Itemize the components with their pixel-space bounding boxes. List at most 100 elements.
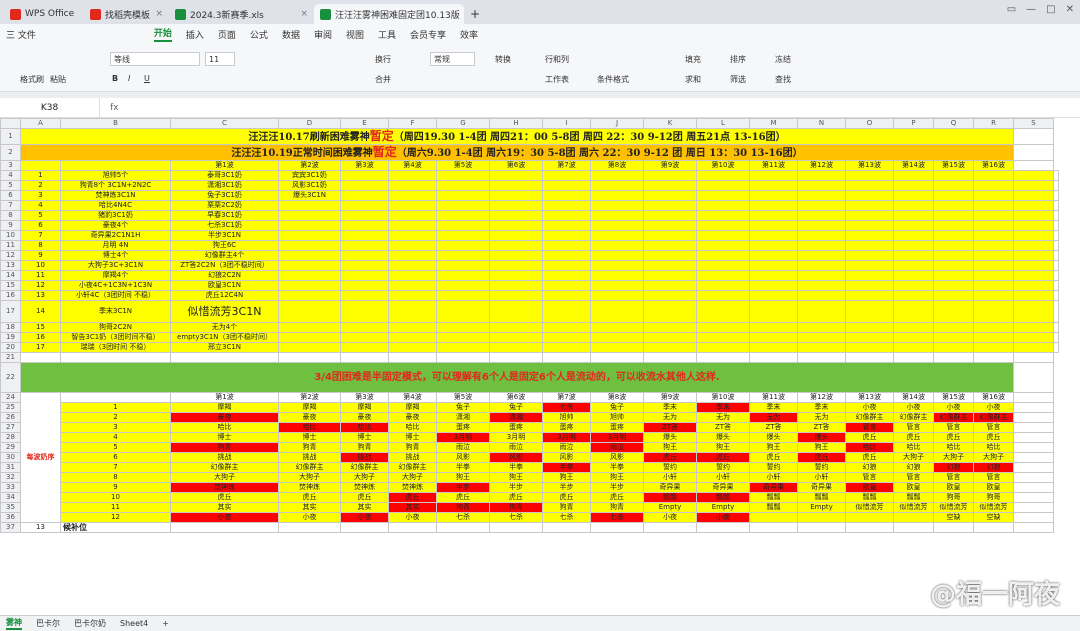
row-number[interactable]: 19: [0, 332, 21, 343]
schedule-cell[interactable]: 豪夜: [170, 412, 279, 423]
schedule-cell[interactable]: 誓约: [696, 462, 750, 473]
font-size-select[interactable]: 11: [205, 52, 235, 66]
row-number[interactable]: 28: [0, 432, 21, 443]
cell[interactable]: [340, 260, 389, 271]
schedule-cell[interactable]: 虎丘: [340, 492, 389, 503]
list-index[interactable]: 17: [20, 342, 61, 353]
schedule-cell[interactable]: 小轩: [643, 472, 697, 483]
cell[interactable]: [749, 220, 798, 231]
column-header[interactable]: J: [590, 118, 644, 129]
title-banner[interactable]: 汪汪汪10.17刷新困难雾神暂定（周四19.30 1-4团 周四21：00 5-…: [20, 128, 1014, 145]
cell[interactable]: [643, 280, 697, 291]
slot-index[interactable]: 10: [60, 492, 171, 503]
schedule-cell[interactable]: 半拳: [436, 462, 490, 473]
schedule-cell[interactable]: 狗青: [340, 442, 389, 453]
row-number[interactable]: 1: [0, 128, 21, 145]
schedule-cell[interactable]: 虎丘: [845, 432, 894, 443]
schedule-cell[interactable]: 幻像群主: [340, 462, 389, 473]
row-number[interactable]: 22: [0, 362, 21, 393]
cell[interactable]: [1013, 522, 1054, 533]
cell[interactable]: [1053, 200, 1059, 211]
team-entry[interactable]: 大狗子3C+3C1N: [60, 260, 171, 271]
schedule-cell[interactable]: 其实: [340, 502, 389, 513]
schedule-cell[interactable]: 小夜: [388, 512, 437, 523]
schedule-cell[interactable]: 焚神炼: [340, 482, 389, 493]
menu-formula[interactable]: 公式: [250, 28, 268, 41]
team-entry[interactable]: 旭帅5个: [60, 170, 171, 181]
cell[interactable]: [542, 170, 591, 181]
schedule-cell[interactable]: Empty: [797, 502, 846, 513]
team-entry[interactable]: 小轩4C（3团时间 不稳）: [60, 290, 171, 301]
cell[interactable]: [388, 250, 437, 261]
row-number[interactable]: 15: [0, 280, 21, 291]
row-number[interactable]: 14: [0, 270, 21, 281]
cell[interactable]: [1013, 240, 1054, 251]
cell[interactable]: [797, 322, 846, 333]
cell[interactable]: [1053, 170, 1059, 181]
schedule-cell[interactable]: 欧皇: [893, 482, 934, 493]
column-header[interactable]: F: [388, 118, 437, 129]
schedule-cell[interactable]: 瓢瓢: [749, 502, 798, 513]
team-entry[interactable]: [278, 220, 341, 231]
cell[interactable]: [749, 230, 798, 241]
cell[interactable]: [696, 250, 750, 261]
schedule-cell[interactable]: 狗青: [170, 442, 279, 453]
cell[interactable]: [590, 260, 644, 271]
cell[interactable]: [797, 260, 846, 271]
schedule-cell[interactable]: 虎丘: [278, 492, 341, 503]
team-entry[interactable]: [278, 230, 341, 241]
row-number[interactable]: 18: [0, 322, 21, 333]
schedule-cell[interactable]: 无为: [797, 412, 846, 423]
wave-header[interactable]: 第10波: [696, 392, 750, 403]
schedule-cell[interactable]: 管言: [845, 472, 894, 483]
team-entry[interactable]: [278, 260, 341, 271]
slot-index[interactable]: 12: [60, 512, 171, 523]
cell[interactable]: [170, 522, 279, 533]
schedule-cell[interactable]: 小夜: [170, 512, 279, 523]
name-box[interactable]: K38: [0, 98, 100, 117]
cell[interactable]: [1013, 512, 1054, 523]
bold-button[interactable]: B: [112, 74, 118, 83]
schedule-cell[interactable]: 3月明: [542, 432, 591, 443]
close-icon[interactable]: ×: [300, 9, 308, 19]
cell[interactable]: [542, 250, 591, 261]
schedule-cell[interactable]: 虎丘: [973, 432, 1014, 443]
cell[interactable]: [1013, 452, 1054, 463]
cell[interactable]: [340, 190, 389, 201]
cell[interactable]: [489, 352, 543, 363]
list-index[interactable]: 5: [20, 210, 61, 221]
cell[interactable]: [20, 352, 61, 363]
format-painter-button[interactable]: 格式刷: [20, 74, 44, 85]
schedule-cell[interactable]: 似惜流芳: [973, 502, 1014, 513]
cell[interactable]: [845, 180, 894, 191]
schedule-cell[interactable]: 誓约: [643, 462, 697, 473]
team-entry[interactable]: 狗王6C: [170, 240, 279, 251]
cell[interactable]: [590, 180, 644, 191]
team-entry[interactable]: [278, 270, 341, 281]
wave-header[interactable]: 第13波: [845, 392, 894, 403]
cell[interactable]: [696, 230, 750, 241]
cell[interactable]: [1013, 300, 1054, 323]
schedule-cell[interactable]: 狗王: [749, 442, 798, 453]
cell[interactable]: [1053, 180, 1059, 191]
schedule-cell[interactable]: 狗青: [388, 442, 437, 453]
schedule-cell[interactable]: 博士: [170, 432, 279, 443]
schedule-cell[interactable]: 似惜流芳: [893, 502, 934, 513]
cell[interactable]: [797, 180, 846, 191]
wave-header[interactable]: 第14波: [893, 392, 934, 403]
cell[interactable]: [489, 240, 543, 251]
cell[interactable]: [696, 200, 750, 211]
cell[interactable]: [973, 270, 1014, 281]
cell[interactable]: [1053, 250, 1059, 261]
team-entry[interactable]: 奇异果2C1N1H: [60, 230, 171, 241]
cell[interactable]: [933, 260, 974, 271]
tab-active-file[interactable]: 汪汪汪雾神困难固定团10.13版×: [314, 4, 464, 24]
team-entry[interactable]: 邢立3C1N: [170, 342, 279, 353]
schedule-cell[interactable]: 其实: [278, 502, 341, 513]
column-header[interactable]: G: [436, 118, 490, 129]
cell[interactable]: [973, 300, 1014, 323]
schedule-cell[interactable]: 雨泣: [436, 442, 490, 453]
cell[interactable]: [542, 522, 591, 533]
menu-home[interactable]: 开始: [153, 26, 172, 42]
schedule-cell[interactable]: 雨泣: [590, 442, 644, 453]
